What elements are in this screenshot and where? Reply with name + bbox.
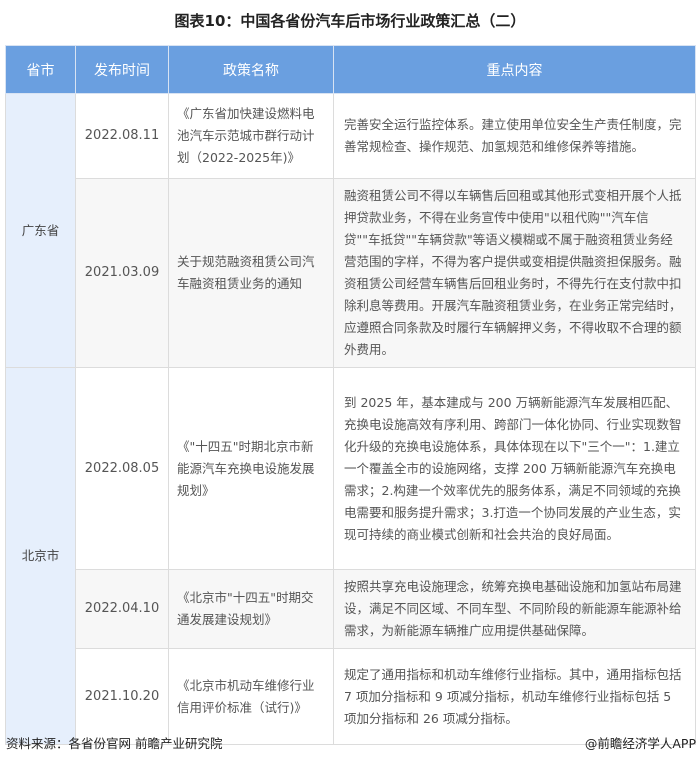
date-cell: 2021.03.09 [75, 178, 169, 368]
chart-title: 图表10：中国各省份汽车后市场行业政策汇总（二） [174, 12, 526, 30]
date-cell: 2022.04.10 [75, 569, 169, 649]
date-cell: 2021.10.20 [75, 648, 169, 745]
table-row: 广东省 2022.08.11 《广东省加快建设燃料电池汽车示范城市群行动计划（2… [5, 93, 696, 368]
table-row: 2021.03.09 关于规范融资租赁公司汽车融资租赁业务的通知 融资租赁公司不… [6, 178, 696, 368]
source-note: 资料来源：各省份官网 前瞻产业研究院 [6, 736, 223, 751]
policy-name-cell: 《"十四五"时期北京市新能源汽车充换电设施发展规划》 [168, 367, 334, 570]
content-cell: 按照共享充电设施理念，统筹充换电基础设施和加氢站布局建设，满足不同区域、不同车型… [333, 569, 696, 649]
header-province: 省市 [5, 45, 76, 94]
header-content: 重点内容 [333, 45, 696, 94]
content-cell: 到 2025 年，基本建成与 200 万辆新能源汽车发展相匹配、充换电设施高效有… [333, 367, 696, 570]
policy-name-cell: 《北京市机动车维修行业信用评价标准（试行)》 [168, 648, 334, 745]
table-row: 2022.04.10 《北京市"十四五"时期交通发展建设规划》 按照共享充电设施… [6, 569, 696, 649]
content-cell: 完善安全运行监控体系。建立使用单位安全生产责任制度，完善常规检查、操作规范、加氢… [333, 93, 696, 179]
province-cell: 广东省 [5, 93, 76, 368]
header-policy-name: 政策名称 [168, 45, 334, 94]
content-cell: 规定了通用指标和机动车维修行业指标。其中，通用指标包括 7 项加分指标和 9 项… [333, 648, 696, 745]
table-row: 北京市 2022.08.05 《"十四五"时期北京市新能源汽车充换电设施发展规划… [5, 367, 696, 745]
header-date: 发布时间 [75, 45, 169, 94]
policy-table: 省市 发布时间 政策名称 重点内容 广东省 2022.08.11 《广东省加快建… [5, 45, 696, 745]
date-cell: 2022.08.11 [75, 93, 169, 179]
credit-note: @前瞻经济学人APP [584, 736, 696, 751]
policy-name-cell: 关于规范融资租赁公司汽车融资租赁业务的通知 [168, 178, 334, 368]
date-cell: 2022.08.05 [75, 367, 169, 570]
policy-name-cell: 《广东省加快建设燃料电池汽车示范城市群行动计划（2022-2025年)》 [168, 93, 334, 179]
table-header: 省市 发布时间 政策名称 重点内容 [5, 45, 696, 94]
content-cell: 融资租赁公司不得以车辆售后回租或其他形式变相开展个人抵押贷款业务，不得在业务宣传… [333, 178, 696, 368]
province-cell: 北京市 [5, 367, 76, 745]
table-row: 2021.10.20 《北京市机动车维修行业信用评价标准（试行)》 规定了通用指… [6, 648, 696, 745]
policy-name-cell: 《北京市"十四五"时期交通发展建设规划》 [168, 569, 334, 649]
